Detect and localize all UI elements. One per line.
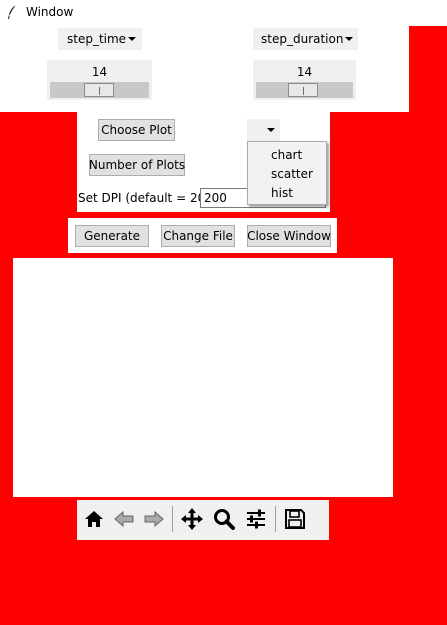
step-duration-slider-thumb[interactable] xyxy=(288,83,318,97)
step-time-slider-value: 14 xyxy=(91,65,108,79)
step-time-slider[interactable] xyxy=(50,82,149,98)
step-duration-slider[interactable] xyxy=(256,82,353,98)
step-duration-dropdown[interactable]: step_duration xyxy=(253,28,358,50)
chevron-down-icon xyxy=(128,37,136,41)
pan-icon[interactable] xyxy=(178,505,206,533)
navigation-toolbar xyxy=(77,500,329,540)
step-time-slider-thumb[interactable] xyxy=(84,83,114,97)
change-file-button[interactable]: Change File xyxy=(161,225,235,247)
step-time-slider-panel: 14 xyxy=(47,60,152,100)
step-time-dropdown-value: step_time xyxy=(67,32,127,46)
dpi-label: Set DPI (default = 200) xyxy=(78,191,218,205)
configure-subplots-icon[interactable] xyxy=(242,505,270,533)
window-title: Window xyxy=(26,5,74,19)
zoom-icon[interactable] xyxy=(210,505,238,533)
number-of-plots-button[interactable]: Number of Plots xyxy=(89,154,185,176)
toolbar-separator xyxy=(172,506,173,532)
home-icon[interactable] xyxy=(80,505,108,533)
step-duration-slider-value: 14 xyxy=(296,65,313,79)
menu-item-hist[interactable]: hist xyxy=(271,185,293,201)
close-window-button[interactable]: Close Window xyxy=(247,225,331,247)
plot-type-menu: chart scatter hist xyxy=(247,141,327,205)
generate-button[interactable]: Generate xyxy=(75,225,149,247)
title-bar: Window xyxy=(0,0,447,26)
step-duration-dropdown-value: step_duration xyxy=(261,32,344,46)
plot-type-dropdown[interactable] xyxy=(247,119,280,141)
save-icon[interactable] xyxy=(281,505,309,533)
step-duration-slider-panel: 14 xyxy=(253,60,356,100)
menu-item-scatter[interactable]: scatter xyxy=(271,166,313,182)
chevron-down-icon xyxy=(345,37,353,41)
plot-canvas[interactable] xyxy=(13,258,393,497)
step-time-dropdown[interactable]: step_time xyxy=(58,28,142,50)
toolbar-separator xyxy=(275,506,276,532)
forward-icon[interactable] xyxy=(140,505,168,533)
feather-icon xyxy=(8,4,17,19)
chevron-down-icon xyxy=(267,128,275,132)
choose-plot-button[interactable]: Choose Plot xyxy=(98,119,175,141)
menu-item-chart[interactable]: chart xyxy=(271,147,302,163)
back-icon[interactable] xyxy=(110,505,138,533)
